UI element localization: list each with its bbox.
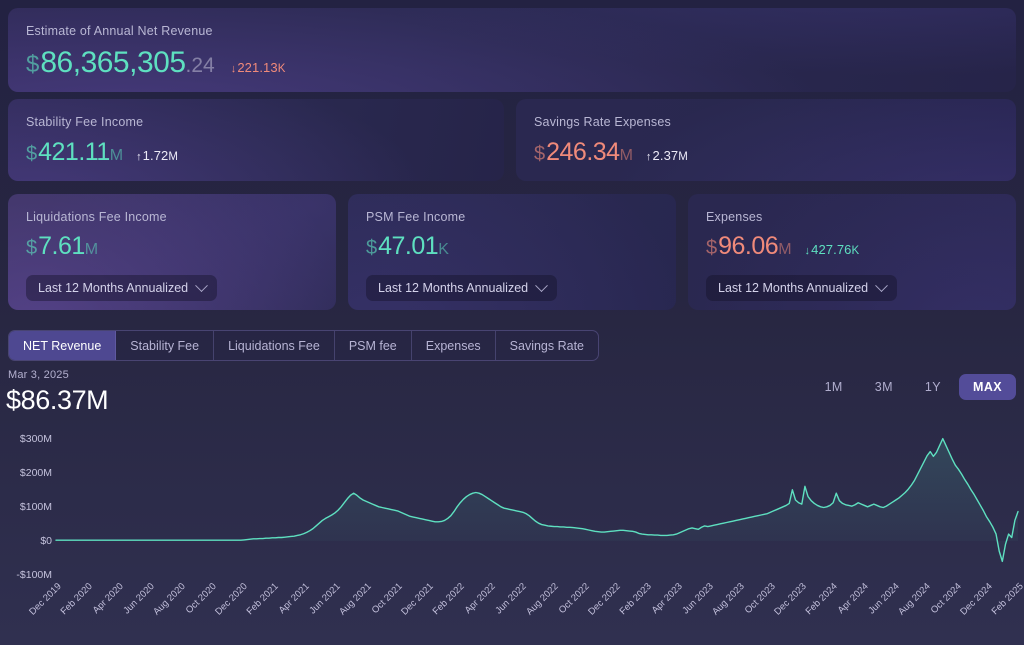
savings-rate-expenses-label: Savings Rate Expenses [534,115,998,129]
tab-stability-fee[interactable]: Stability Fee [116,331,214,360]
chart-plot-area: $300M$200M$100M$0-$100M Dec 2019Feb 2020… [0,425,1024,645]
hero-delta-arrow-icon: ↓ [231,63,237,75]
savings-rate-expenses-currency-symbol: $ [534,143,545,166]
stability-fee-income-currency-symbol: $ [26,143,37,166]
card-psm-fee-income: PSM Fee Income $ 47.01 K Last 12 Months … [348,194,676,310]
stability-fee-income-unit: M [110,147,123,165]
chart-value: $86.37M [6,385,108,416]
expenses-period-label: Last 12 Months Annualized [718,281,868,295]
chart-date: Mar 3, 2025 [8,369,69,381]
card-estimate-annual-net-revenue: Estimate of Annual Net Revenue $ 86,365,… [8,8,1016,92]
psm-fee-income-currency-symbol: $ [366,237,377,260]
chevron-down-icon [195,279,208,292]
stability-fee-income-delta-value: 1.72 [143,148,169,163]
range-max[interactable]: MAX [959,374,1016,400]
psm-fee-income-value-row: $ 47.01 K [366,232,658,261]
liquidations-fee-income-label: Liquidations Fee Income [26,210,318,224]
card-stability-fee-income: Stability Fee Income $ 421.11 M ↑1.72M [8,99,504,181]
expenses-delta: ↓427.76K [805,242,860,257]
liquidations-fee-income-value-row: $ 7.61 M [26,232,318,261]
savings-rate-expenses-unit: M [620,147,633,165]
expenses-currency-symbol: $ [706,237,717,260]
chart-line-series [0,425,1024,575]
liquidations-fee-income-currency-symbol: $ [26,237,37,260]
liquidations-fee-income-period-dropdown[interactable]: Last 12 Months Annualized [26,275,217,301]
chevron-down-icon [535,279,548,292]
expenses-label: Expenses [706,210,998,224]
psm-fee-income-value: 47.01 [378,232,438,261]
card-expenses: Expenses $ 96.06 M ↓427.76K Last 12 Mont… [688,194,1016,310]
liquidations-fee-income-unit: M [85,241,98,259]
tab-label: Stability Fee [130,339,199,353]
expenses-value-row: $ 96.06 M ↓427.76K [706,232,998,261]
chart-line-path [56,439,1018,562]
tab-liquidations-fee[interactable]: Liquidations Fee [214,331,335,360]
stability-fee-income-label: Stability Fee Income [26,115,486,129]
range-1m[interactable]: 1M [811,374,857,400]
expenses-unit: M [778,241,791,259]
hero-value-row: $ 86,365,305 .24 ↓221.13K [26,46,998,80]
tab-savings-rate[interactable]: Savings Rate [496,331,598,360]
time-range-selector: 1M3M1YMAX [811,374,1016,400]
chart-x-axis: Dec 2019Feb 2020Apr 2020Jun 2020Aug 2020… [0,581,1024,645]
stability-fee-income-value: 421.11 [38,138,110,167]
savings-rate-expenses-delta-arrow-icon: ↑ [646,151,652,163]
savings-rate-expenses-delta-value: 2.37 [653,148,679,163]
tab-psm-fee[interactable]: PSM fee [335,331,412,360]
expenses-value: 96.06 [718,232,778,261]
card-savings-rate-expenses: Savings Rate Expenses $ 246.34 M ↑2.37M [516,99,1016,181]
tab-label: Savings Rate [510,339,584,353]
range-3m[interactable]: 3M [861,374,907,400]
expenses-delta-arrow-icon: ↓ [805,245,811,257]
chevron-down-icon [875,279,888,292]
tab-label: NET Revenue [23,339,101,353]
tab-label: Liquidations Fee [228,339,320,353]
expenses-delta-suffix: K [852,245,860,257]
hero-decimals: .24 [186,54,215,78]
tab-net-revenue[interactable]: NET Revenue [9,331,116,360]
chart-area-fill [56,439,1018,562]
metric-tabs: NET Revenue Stability Fee Liquidations Fee… [8,330,599,361]
dashboard-page: Estimate of Annual Net Revenue $ 86,365,… [0,0,1024,645]
hero-delta: ↓221.13K [231,59,286,75]
savings-rate-expenses-value-row: $ 246.34 M ↑2.37M [534,138,998,167]
psm-fee-income-period-label: Last 12 Months Annualized [378,281,528,295]
hero-delta-suffix: K [278,63,286,75]
hero-currency-symbol: $ [26,51,39,79]
liquidations-fee-income-period-label: Last 12 Months Annualized [38,281,188,295]
tab-label: Expenses [426,339,481,353]
expenses-delta-value: 427.76 [811,242,851,257]
stability-fee-income-delta-arrow-icon: ↑ [136,151,142,163]
liquidations-fee-income-value: 7.61 [38,232,85,261]
savings-rate-expenses-delta: ↑2.37M [646,148,688,163]
psm-fee-income-label: PSM Fee Income [366,210,658,224]
stability-fee-income-delta: ↑1.72M [136,148,178,163]
savings-rate-expenses-value: 246.34 [546,138,619,167]
card-liquidations-fee-income: Liquidations Fee Income $ 7.61 M Last 12… [8,194,336,310]
savings-rate-expenses-delta-suffix: M [678,151,688,163]
hero-delta-value: 221.13 [237,60,277,75]
psm-fee-income-period-dropdown[interactable]: Last 12 Months Annualized [366,275,557,301]
hero-value: 86,365,305 [40,46,185,80]
range-1y[interactable]: 1Y [911,374,955,400]
tab-expenses[interactable]: Expenses [412,331,496,360]
psm-fee-income-unit: K [438,241,449,259]
tab-label: PSM fee [349,339,397,353]
stability-fee-income-value-row: $ 421.11 M ↑1.72M [26,138,486,167]
expenses-period-dropdown[interactable]: Last 12 Months Annualized [706,275,897,301]
stability-fee-income-delta-suffix: M [168,151,178,163]
hero-label: Estimate of Annual Net Revenue [26,24,998,38]
